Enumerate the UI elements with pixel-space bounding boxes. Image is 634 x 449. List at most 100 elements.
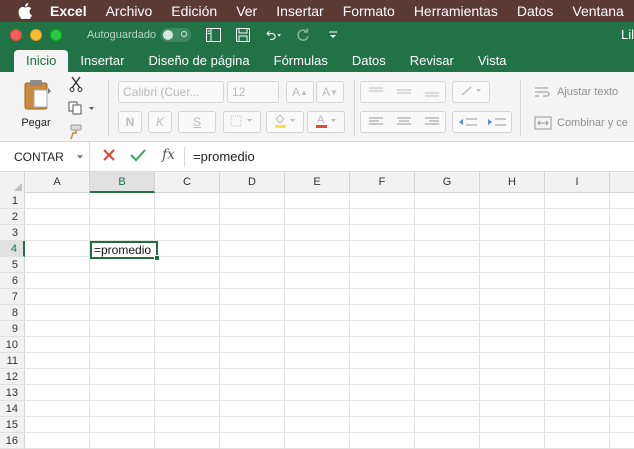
- increase-font-size-button[interactable]: A ▲: [286, 81, 314, 103]
- customize-toolbar-icon[interactable]: [325, 27, 341, 43]
- name-box-value: CONTAR: [14, 150, 64, 164]
- name-box[interactable]: CONTAR: [0, 142, 90, 172]
- sidebar-toggle-icon[interactable]: [205, 27, 221, 43]
- formula-input[interactable]: =promedio: [193, 149, 255, 164]
- insert-function-icon[interactable]: fx: [162, 147, 175, 163]
- row-header-9[interactable]: 9: [0, 321, 25, 337]
- font-name-select[interactable]: Calibri (Cuer...: [118, 81, 224, 103]
- row-header-8[interactable]: 8: [0, 305, 25, 321]
- save-icon[interactable]: [235, 27, 251, 43]
- mac-menu-bar: Excel Archivo Edición Ver Insertar Forma…: [0, 0, 634, 22]
- row-header-10[interactable]: 10: [0, 337, 25, 353]
- row-header-6[interactable]: 6: [0, 273, 25, 289]
- row-header-14[interactable]: 14: [0, 401, 25, 417]
- paste-label: Pegar: [21, 117, 51, 129]
- column-header-f[interactable]: F: [350, 172, 415, 193]
- row-header-2[interactable]: 2: [0, 209, 25, 225]
- select-all-button[interactable]: [0, 172, 25, 193]
- text-orientation-icon: [459, 85, 483, 100]
- active-cell-b4[interactable]: =promedio: [90, 241, 160, 261]
- format-painter-icon[interactable]: [68, 124, 94, 143]
- row-header-15[interactable]: 15: [0, 417, 25, 433]
- column-header-d[interactable]: D: [220, 172, 285, 193]
- column-header-b[interactable]: B: [90, 172, 155, 193]
- row-header-4[interactable]: 4: [0, 241, 25, 257]
- row-header-3[interactable]: 3: [0, 225, 25, 241]
- menu-datos[interactable]: Datos: [517, 3, 554, 19]
- menu-archivo[interactable]: Archivo: [106, 3, 153, 19]
- row-header-16[interactable]: 16: [0, 433, 25, 449]
- copy-icon[interactable]: [68, 101, 94, 118]
- menu-ver[interactable]: Ver: [236, 3, 257, 19]
- close-window-button[interactable]: [10, 29, 22, 41]
- menu-edicion[interactable]: Edición: [171, 3, 217, 19]
- menu-ventana[interactable]: Ventana: [572, 3, 623, 19]
- row-header-13[interactable]: 13: [0, 385, 25, 401]
- row-header-11[interactable]: 11: [0, 353, 25, 369]
- autosave-toggle[interactable]: [161, 28, 192, 42]
- ribbon-separator: [520, 80, 521, 136]
- tab-datos[interactable]: Datos: [340, 50, 398, 72]
- merge-center-button[interactable]: Combinar y ce: [557, 117, 628, 129]
- bold-button[interactable]: N: [118, 111, 142, 133]
- tab-inicio[interactable]: Inicio: [14, 50, 69, 72]
- confirm-formula-icon[interactable]: [130, 148, 146, 165]
- cancel-formula-icon[interactable]: [102, 148, 116, 165]
- row-header-12[interactable]: 12: [0, 369, 25, 385]
- menu-formato[interactable]: Formato: [343, 3, 395, 19]
- borders-button[interactable]: [223, 111, 261, 133]
- merge-center-icon: [534, 116, 552, 133]
- vertical-align-group: [360, 81, 446, 103]
- font-color-icon: A: [314, 113, 338, 132]
- menu-app-excel[interactable]: Excel: [50, 3, 87, 19]
- ribbon-separator: [108, 80, 109, 136]
- fill-color-icon: [273, 113, 297, 132]
- zoom-window-button[interactable]: [50, 29, 62, 41]
- document-title: Lil: [620, 27, 634, 42]
- svg-text:A: A: [317, 114, 325, 126]
- tab-revisar[interactable]: Revisar: [398, 50, 466, 72]
- menu-herramientas[interactable]: Herramientas: [414, 3, 498, 19]
- cell-area[interactable]: [25, 193, 634, 449]
- underline-button[interactable]: S: [178, 111, 216, 133]
- font-size-select[interactable]: 12: [227, 81, 279, 103]
- window-controls: [10, 29, 62, 41]
- column-header-h[interactable]: H: [480, 172, 545, 193]
- tab-vista[interactable]: Vista: [466, 50, 519, 72]
- horizontal-align-group: [360, 111, 446, 133]
- tab-diseno-de-pagina[interactable]: Diseño de página: [136, 50, 261, 72]
- column-header-e[interactable]: E: [285, 172, 350, 193]
- minimize-window-button[interactable]: [30, 29, 42, 41]
- window-title-bar: Autoguardado Lil: [0, 22, 634, 48]
- italic-button[interactable]: K: [148, 111, 172, 133]
- cut-icon[interactable]: [68, 76, 94, 95]
- wrap-text-button[interactable]: Ajustar texto: [557, 86, 618, 98]
- column-header-a[interactable]: A: [25, 172, 90, 193]
- column-header-c[interactable]: C: [155, 172, 220, 193]
- font-color-button[interactable]: A: [307, 111, 345, 133]
- menu-insertar[interactable]: Insertar: [276, 3, 323, 19]
- row-header-7[interactable]: 7: [0, 289, 25, 305]
- autosave-label: Autoguardado: [87, 29, 157, 41]
- chevron-down-icon: [77, 155, 83, 159]
- apple-icon[interactable]: [18, 3, 32, 19]
- ribbon-separator: [354, 80, 355, 136]
- column-header-g[interactable]: G: [415, 172, 480, 193]
- orientation-button[interactable]: [452, 81, 490, 103]
- fill-color-button[interactable]: [266, 111, 304, 133]
- wrap-text-icon: [534, 86, 552, 101]
- undo-icon[interactable]: [265, 27, 282, 43]
- fill-handle[interactable]: [154, 255, 160, 261]
- tab-formulas[interactable]: Fórmulas: [262, 50, 340, 72]
- decrease-font-size-button[interactable]: A ▼: [316, 81, 344, 103]
- ribbon-home: Pegar Calibri (Cuer... 12 A ▲ A ▼ N K S A: [0, 72, 634, 142]
- row-header-1[interactable]: 1: [0, 193, 25, 209]
- paste-button[interactable]: Pegar: [12, 78, 60, 129]
- clipboard-icon: [19, 80, 53, 113]
- clipboard-tools: [68, 76, 94, 143]
- row-header-5[interactable]: 5: [0, 257, 25, 273]
- redo-icon[interactable]: [295, 27, 311, 43]
- quick-access-toolbar: [205, 27, 341, 43]
- tab-insertar[interactable]: Insertar: [68, 50, 136, 72]
- column-header-i[interactable]: I: [545, 172, 610, 193]
